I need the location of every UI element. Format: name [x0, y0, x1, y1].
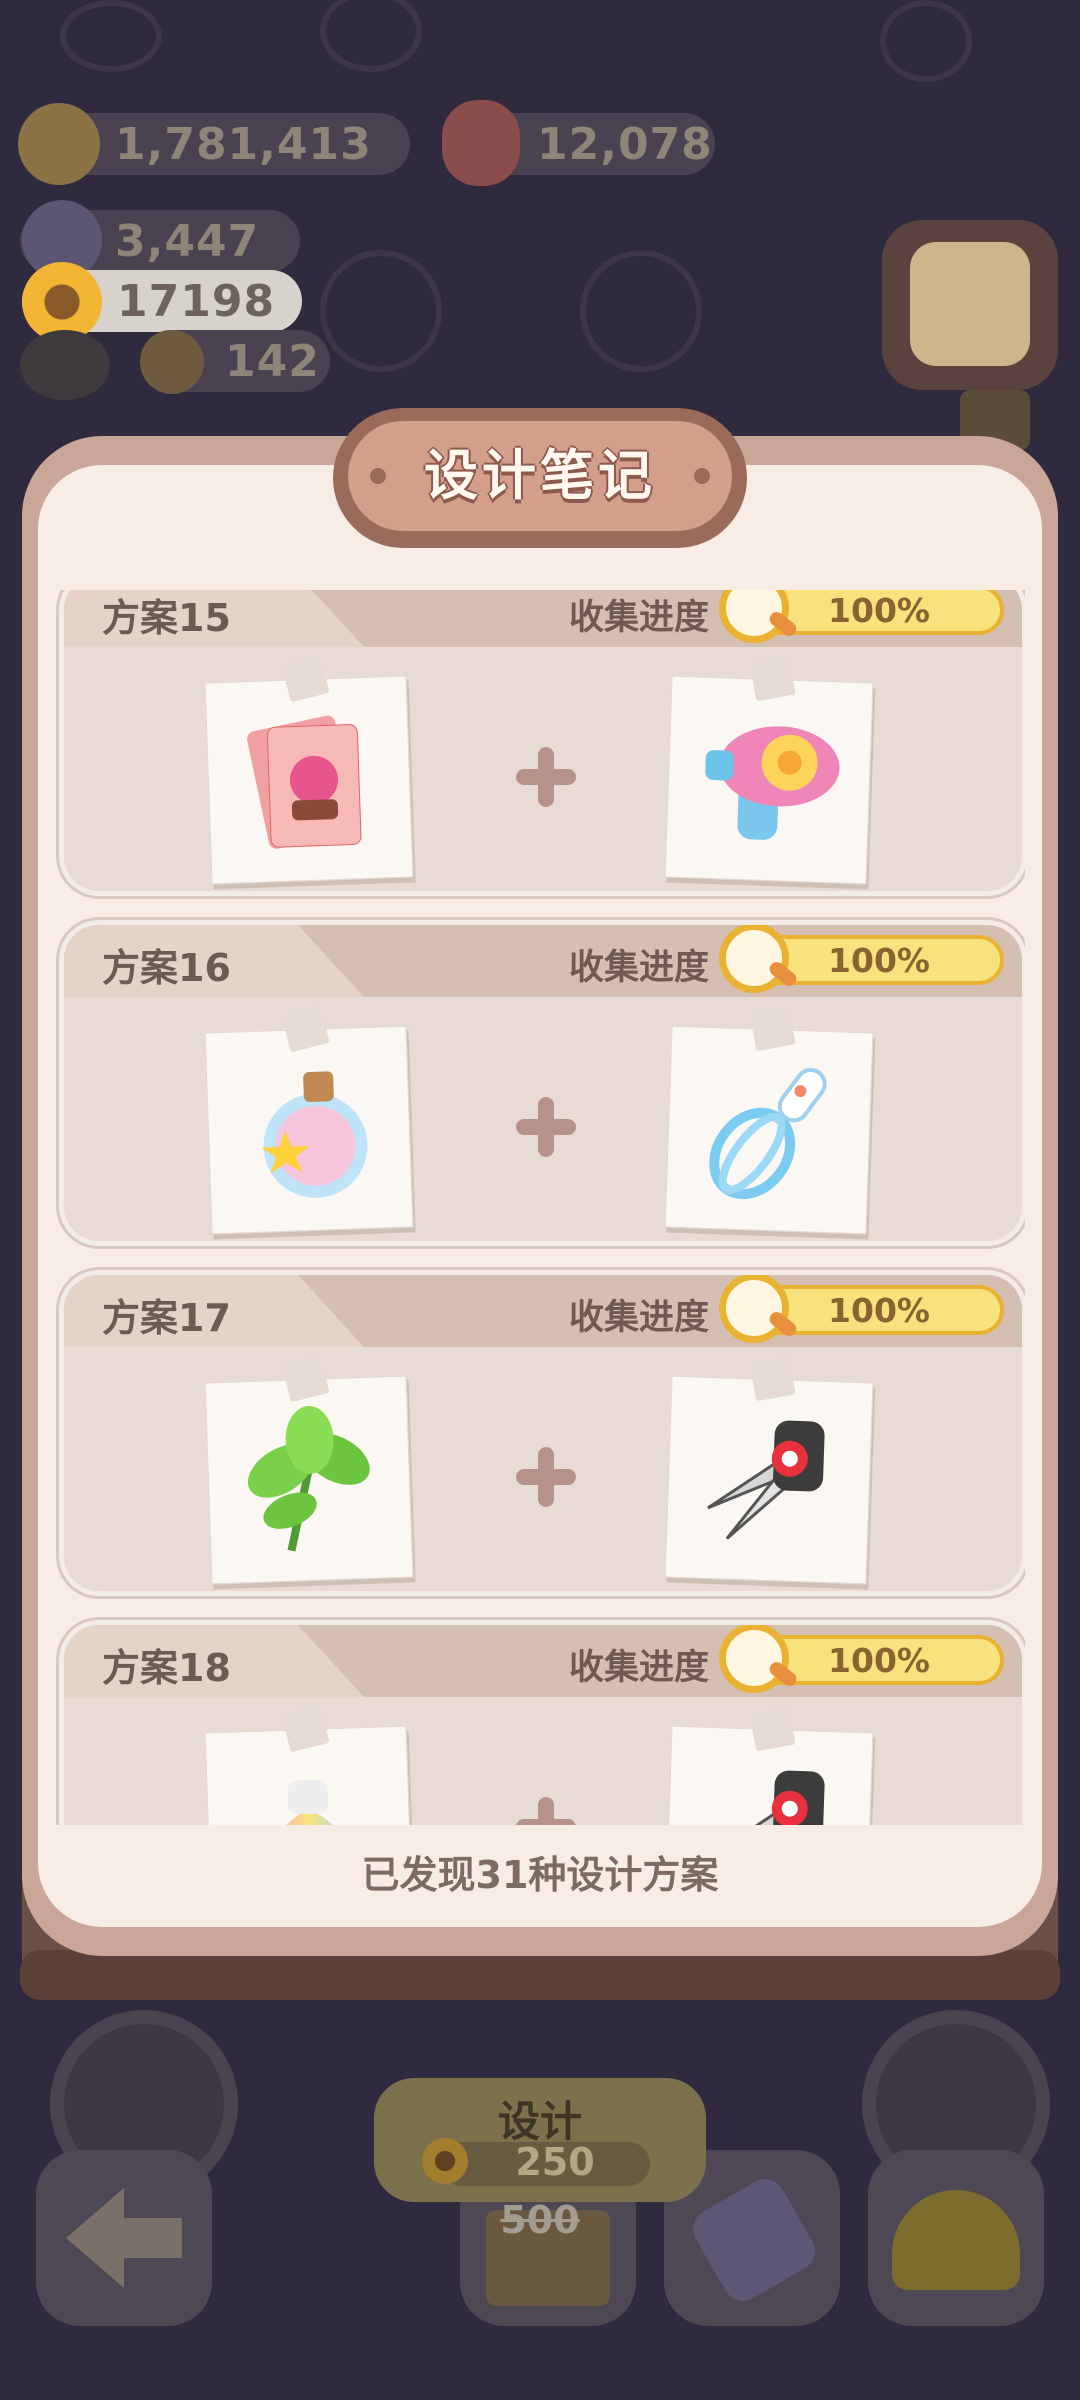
progress-label: 收集进度	[569, 1298, 710, 1338]
plus-icon	[516, 1097, 576, 1157]
back-arrow-icon	[66, 2188, 182, 2288]
plan-name: 方案15	[102, 596, 231, 640]
progress-label: 收集进度	[569, 1648, 710, 1688]
item-photo[interactable]	[204, 1353, 414, 1585]
plus-icon	[516, 1447, 576, 1507]
plan-card[interactable]: 方案17 收集进度 100%	[59, 1270, 1025, 1596]
blue-whisk-icon	[709, 1067, 827, 1200]
item-photo[interactable]	[664, 1354, 874, 1585]
bell-count: 142	[225, 336, 320, 387]
strawberry-gem-icon	[442, 100, 520, 186]
background-decor	[320, 0, 422, 72]
dialog-title: 设计笔记	[424, 444, 656, 507]
original-cost: 500	[500, 2198, 580, 2242]
item-photo[interactable]	[664, 654, 874, 885]
scissors-icon	[707, 1770, 825, 1825]
cart-rim	[20, 1950, 1060, 2000]
plan-name: 方案18	[102, 1646, 231, 1690]
magnifier-icon	[719, 925, 789, 993]
item-photo[interactable]	[204, 653, 414, 885]
plan-name: 方案16	[102, 946, 231, 990]
crystal-count: 3,447	[115, 216, 260, 267]
candy-blaster-icon	[705, 726, 840, 840]
yep-card-pack-icon	[247, 715, 362, 849]
helmet-button[interactable]	[868, 2150, 1044, 2326]
pencil-icon	[685, 2171, 823, 2309]
background-decor	[580, 250, 702, 372]
plans-list[interactable]: 方案15 收集进度 100% 方案16 收集进度 100% 方案17 收集进度 …	[55, 590, 1025, 1825]
magnifier-icon	[719, 1275, 789, 1343]
sunflower-count: 17198	[117, 276, 276, 327]
plan-card[interactable]: 方案15 收集进度 100%	[59, 590, 1025, 896]
background-decor	[320, 250, 442, 372]
notebook-icon	[910, 242, 1030, 366]
plan-card[interactable]: 方案18 收集进度 100%	[59, 1620, 1025, 1825]
hard-hat-icon	[892, 2190, 1020, 2290]
item-photo[interactable]	[204, 1703, 414, 1825]
rainbow-bag-icon	[268, 1779, 353, 1825]
background-decor	[60, 0, 162, 72]
coin-count: 1,781,413	[115, 119, 372, 170]
coin-icon	[18, 103, 100, 185]
progress-label: 收集进度	[569, 948, 710, 988]
star-potion-bottle-icon	[261, 1071, 368, 1198]
back-button[interactable]	[36, 2150, 212, 2326]
design-cost: 250	[515, 2140, 595, 2184]
plan-name: 方案17	[102, 1296, 231, 1340]
plus-icon	[516, 1797, 576, 1825]
green-herb-icon	[247, 1405, 370, 1552]
progress-label: 收集进度	[569, 598, 710, 638]
plus-icon	[516, 747, 576, 807]
scissors-icon	[707, 1420, 825, 1540]
plan-card[interactable]: 方案16 收集进度 100%	[59, 920, 1025, 1246]
bell-icon	[140, 330, 204, 394]
sprout-icon	[20, 330, 110, 400]
item-photo[interactable]	[204, 1003, 414, 1235]
background-decor	[880, 0, 972, 82]
gem-count: 12,078	[537, 119, 713, 170]
notebook-button[interactable]	[882, 220, 1058, 390]
item-photo[interactable]	[664, 1004, 874, 1235]
item-photo[interactable]	[664, 1704, 874, 1825]
magnifier-icon	[719, 1625, 789, 1693]
discovered-count: 已发现31种设计方案	[361, 1853, 719, 1897]
